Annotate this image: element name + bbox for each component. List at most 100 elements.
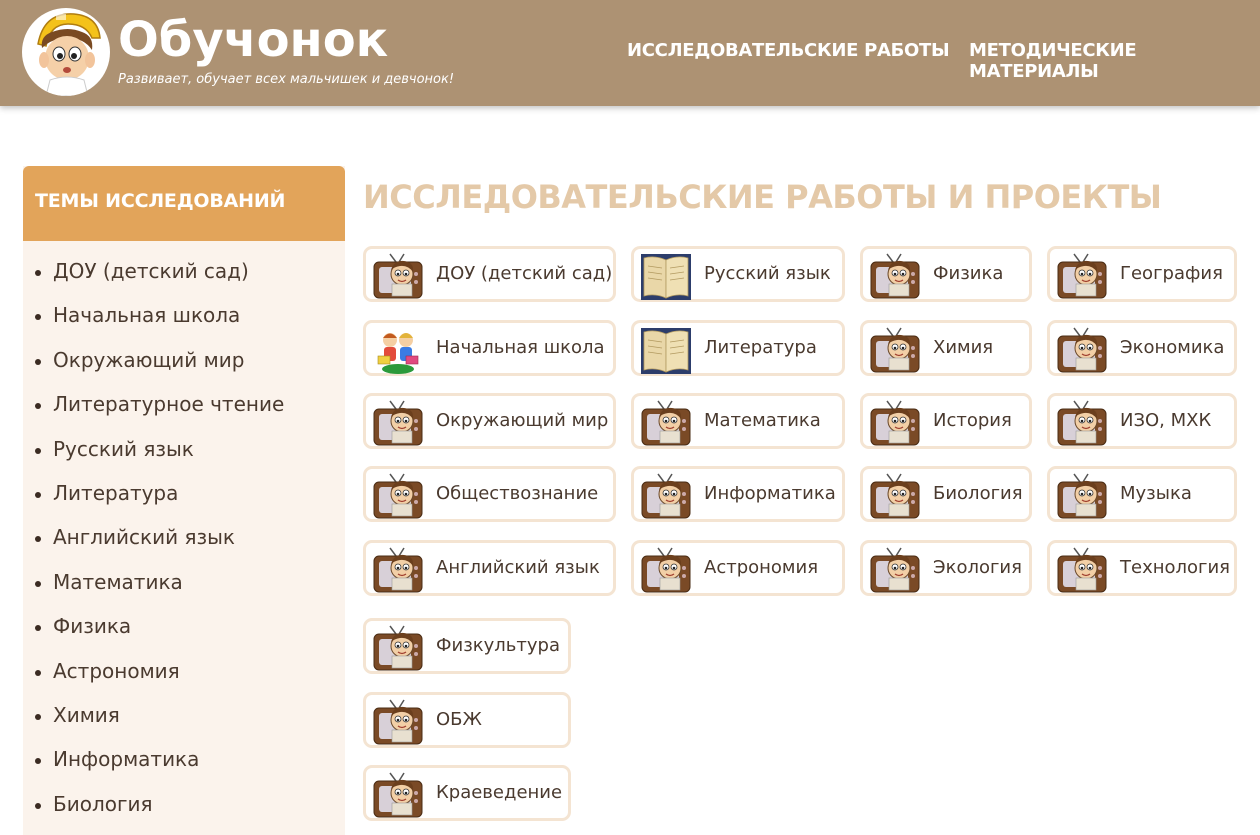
topic-card[interactable]: ИЗО, МХК <box>1047 393 1237 449</box>
topic-card-label[interactable]: ДОУ (детский сад) <box>436 249 612 299</box>
sidebar-item-world-around[interactable]: Окружающий мир <box>23 340 284 384</box>
bullet-icon <box>35 625 41 632</box>
topic-card[interactable]: Музыка <box>1047 466 1237 522</box>
sidebar-item-label[interactable]: Физика <box>53 614 131 638</box>
tv-mascot-icon <box>1056 252 1108 302</box>
sidebar-item-literature[interactable]: Литература <box>23 473 284 517</box>
sidebar-item-russian[interactable]: Русский язык <box>23 429 284 473</box>
bullet-icon <box>35 802 41 809</box>
sidebar-item-primary-school[interactable]: Начальная школа <box>23 295 284 339</box>
topic-card-label[interactable]: Математика <box>704 396 821 446</box>
topic-card[interactable]: Окружающий мир <box>363 393 616 449</box>
topic-card-label[interactable]: Химия <box>933 323 993 373</box>
topic-card[interactable]: Химия <box>860 320 1032 376</box>
topic-card-label[interactable]: Физкультура <box>436 621 560 671</box>
sidebar-item-chemistry[interactable]: Химия <box>23 695 284 739</box>
tv-mascot-icon <box>869 399 921 449</box>
sidebar-item-label[interactable]: Русский язык <box>53 437 194 461</box>
topic-card[interactable]: Обществознание <box>363 466 616 522</box>
bullet-icon <box>35 314 41 321</box>
nav-methodical-materials[interactable]: МЕТОДИЧЕСКИЕ МАТЕРИАЛЫ <box>969 40 1260 82</box>
sidebar-item-label[interactable]: Английский язык <box>53 525 235 549</box>
topic-card-label[interactable]: Обществознание <box>436 469 598 519</box>
sidebar-item-physics[interactable]: Физика <box>23 606 284 650</box>
sidebar-item-label[interactable]: ДОУ (детский сад) <box>53 259 249 283</box>
topic-card[interactable]: Математика <box>631 393 845 449</box>
sidebar-item-label[interactable]: Начальная школа <box>53 303 240 327</box>
topic-card[interactable]: Литература <box>631 320 845 376</box>
sidebar-item-label[interactable]: Биология <box>53 792 153 816</box>
book-icon <box>640 252 692 302</box>
sidebar-item-dou[interactable]: ДОУ (детский сад) <box>23 251 284 295</box>
topic-card-label[interactable]: Физика <box>933 249 1003 299</box>
topic-card-label[interactable]: Технология <box>1120 543 1230 593</box>
logo-title[interactable]: Обучонок <box>118 10 388 70</box>
bullet-icon <box>35 270 41 276</box>
sidebar-item-astronomy[interactable]: Астрономия <box>23 651 284 695</box>
topic-card[interactable]: География <box>1047 246 1237 302</box>
bullet-icon <box>35 491 41 498</box>
kids-icon <box>372 326 424 376</box>
topic-card-label[interactable]: Английский язык <box>436 543 600 593</box>
tv-mascot-icon <box>1056 399 1108 449</box>
topic-card[interactable]: Экология <box>860 540 1032 596</box>
mascot-logo-icon[interactable] <box>22 8 110 96</box>
tv-mascot-icon <box>869 472 921 522</box>
nav-research-works[interactable]: ИССЛЕДОВАТЕЛЬСКИЕ РАБОТЫ <box>627 40 950 61</box>
tv-mascot-icon <box>372 624 424 674</box>
tv-mascot-icon <box>372 546 424 596</box>
sidebar-item-literary-reading[interactable]: Литературное чтение <box>23 384 284 428</box>
topic-card[interactable]: Биология <box>860 466 1032 522</box>
bullet-icon <box>35 758 41 765</box>
topic-card[interactable]: Технология <box>1047 540 1237 596</box>
sidebar-item-math[interactable]: Математика <box>23 562 284 606</box>
topic-card-label[interactable]: Экономика <box>1120 323 1224 373</box>
sidebar-item-label[interactable]: Литературное чтение <box>53 392 284 416</box>
topic-card[interactable]: Английский язык <box>363 540 616 596</box>
topic-card[interactable]: История <box>860 393 1032 449</box>
topic-card-label[interactable]: Экология <box>933 543 1022 593</box>
topic-card[interactable]: Физкультура <box>363 618 571 674</box>
sidebar-item-label[interactable]: Астрономия <box>53 659 180 683</box>
topic-card-label[interactable]: Музыка <box>1120 469 1192 519</box>
topic-card[interactable]: Информатика <box>631 466 845 522</box>
topic-card-label[interactable]: Литература <box>704 323 817 373</box>
topic-card-label[interactable]: Краеведение <box>436 768 562 818</box>
topic-card[interactable]: ОБЖ <box>363 692 571 748</box>
sidebar-item-label[interactable]: Окружающий мир <box>53 348 244 372</box>
sidebar-item-label[interactable]: Математика <box>53 570 183 594</box>
topic-card-label[interactable]: Окружающий мир <box>436 396 608 446</box>
sidebar-item-informatics[interactable]: Информатика <box>23 739 284 783</box>
topic-card[interactable]: Экономика <box>1047 320 1237 376</box>
topic-card-label[interactable]: Биология <box>933 469 1023 519</box>
topic-card-label[interactable]: ОБЖ <box>436 695 482 745</box>
site-header: Обучонок Развивает, обучает всех мальчиш… <box>0 0 1260 106</box>
book-icon <box>640 326 692 376</box>
tv-mascot-icon <box>372 771 424 821</box>
sidebar-item-label[interactable]: Литература <box>53 481 178 505</box>
topic-card-label[interactable]: История <box>933 396 1012 446</box>
topic-card-label[interactable]: Информатика <box>704 469 836 519</box>
tv-mascot-icon <box>1056 326 1108 376</box>
topic-card[interactable]: Астрономия <box>631 540 845 596</box>
topic-card-label[interactable]: Начальная школа <box>436 323 605 373</box>
topic-card-label[interactable]: География <box>1120 249 1223 299</box>
sidebar-item-label[interactable]: Химия <box>53 703 120 727</box>
bullet-icon <box>35 447 41 454</box>
bullet-icon <box>35 403 41 410</box>
topic-card-label[interactable]: Астрономия <box>704 543 818 593</box>
logo-subtitle: Развивает, обучает всех мальчишек и девч… <box>118 72 455 87</box>
topic-card[interactable]: ДОУ (детский сад) <box>363 246 616 302</box>
topic-card[interactable]: Физика <box>860 246 1032 302</box>
sidebar-item-biology[interactable]: Биология <box>23 784 284 828</box>
topic-card[interactable]: Краеведение <box>363 765 571 821</box>
topic-card-label[interactable]: ИЗО, МХК <box>1120 396 1211 446</box>
sidebar-item-label[interactable]: Информатика <box>53 747 199 771</box>
sidebar-item-english[interactable]: Английский язык <box>23 517 284 561</box>
topic-card[interactable]: Русский язык <box>631 246 845 302</box>
sidebar-header: ТЕМЫ ИССЛЕДОВАНИЙ <box>23 166 345 241</box>
bullet-icon <box>35 580 41 587</box>
topic-card-label[interactable]: Русский язык <box>704 249 831 299</box>
tv-mascot-icon <box>869 546 921 596</box>
topic-card[interactable]: Начальная школа <box>363 320 616 376</box>
